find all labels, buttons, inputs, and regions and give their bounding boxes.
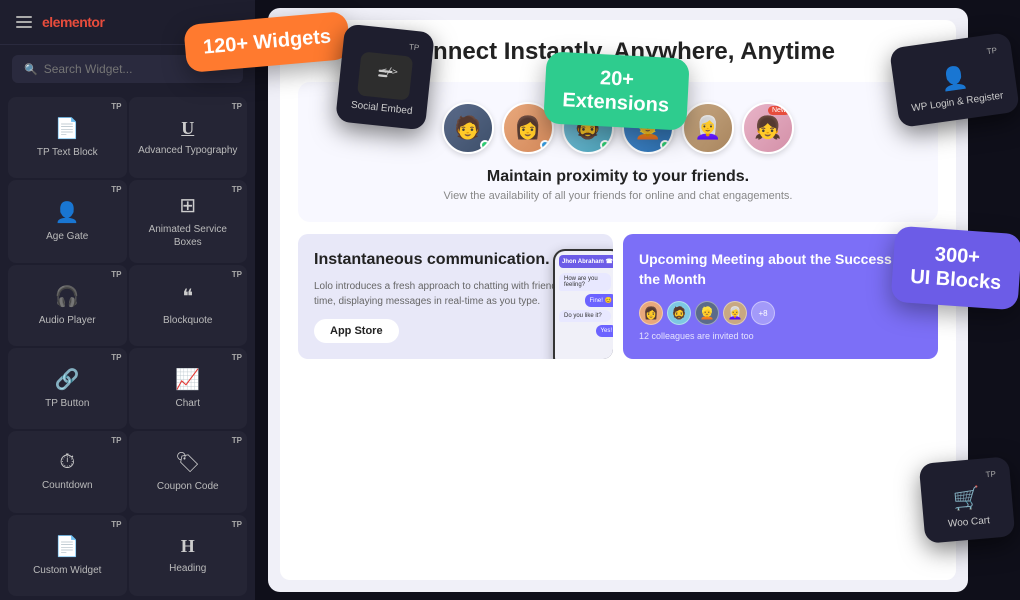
widget-item-audio-player[interactable]: TP 🎧 Audio Player xyxy=(8,265,127,346)
tp-badge: TP xyxy=(111,353,121,362)
embed-social-card: TP </> Social Embed xyxy=(335,24,435,131)
more-attendees-badge: +8 xyxy=(751,301,775,325)
meeting-card-title: Upcoming Meeting about the Success of th… xyxy=(639,250,922,289)
widget-label: Advanced Typography xyxy=(138,144,237,157)
widget-label: Heading xyxy=(169,562,206,575)
sidebar: elementor 🔍 TP 📄 TP Text Block TP U Adva… xyxy=(0,0,255,600)
button-icon: 🔗 xyxy=(55,367,80,392)
widget-item-blockquote[interactable]: TP ❝ Blockquote xyxy=(129,265,248,346)
extra1-icon: 📄 xyxy=(55,534,80,559)
tp-badge: TP xyxy=(232,185,242,194)
widget-item-advanced-typography[interactable]: TP U Advanced Typography xyxy=(129,97,248,178)
widget-label: Coupon Code xyxy=(157,480,219,493)
text-block-icon: 📄 xyxy=(55,116,80,141)
widget-item-age-gate[interactable]: TP 👤 Age Gate xyxy=(8,180,127,262)
widget-label: Blockquote xyxy=(163,314,212,327)
proximity-title: Maintain proximity to your friends. xyxy=(318,168,918,186)
widget-label: Countdown xyxy=(42,479,93,492)
online-indicator xyxy=(480,140,490,150)
tp-badge: TP xyxy=(111,102,121,111)
ui-blocks-count-badge: 300+UI Blocks xyxy=(890,226,1020,311)
meeting-avatar: 🧔 xyxy=(667,301,691,325)
chat-bubble: Do you like it? xyxy=(559,310,611,322)
tp-badge: TP xyxy=(232,520,242,529)
tp-badge-small: TP xyxy=(987,46,998,56)
app-scene: Connect Instantly, Anywhere, Anytime 🧑 👩… xyxy=(0,0,1020,600)
phone-mockup: Jhon Abraham ☎ How are you feeling? Fine… xyxy=(553,249,613,359)
age-gate-icon: 👤 xyxy=(55,200,80,225)
widget-label: Chart xyxy=(176,397,200,410)
widget-item-tp-text-block[interactable]: TP 📄 TP Text Block xyxy=(8,97,127,178)
tp-badge: TP xyxy=(232,436,242,445)
online-indicator xyxy=(600,140,610,150)
avatar: 👧 New xyxy=(742,102,794,154)
communication-card: Instantaneous communication. Lolo introd… xyxy=(298,234,613,359)
meeting-avatar: 👱 xyxy=(695,301,719,325)
meeting-avatars: 👩 🧔 👱 👩‍🦳 +8 xyxy=(639,301,922,325)
chart-icon: 📈 xyxy=(175,367,200,392)
typography-icon: U xyxy=(181,118,194,139)
bottom-cards: Instantaneous communication. Lolo introd… xyxy=(298,234,938,359)
widget-item-coupon-code[interactable]: TP 🏷 Coupon Code xyxy=(129,431,248,512)
service-boxes-icon: ⊞ xyxy=(179,193,196,218)
chat-bubble: Yes! xyxy=(596,325,613,337)
widget-label: Animated Service Boxes xyxy=(137,223,240,249)
blockquote-icon: ❝ xyxy=(182,284,193,309)
widget-label: Age Gate xyxy=(46,230,88,243)
woo-cart-icon: 🛒 xyxy=(952,485,982,513)
proximity-subtitle: View the availability of all your friend… xyxy=(318,190,918,202)
tp-badge: TP xyxy=(111,270,121,279)
widget-item-countdown[interactable]: TP ⏱ Countdown xyxy=(8,431,127,512)
countdown-icon: ⏱ xyxy=(59,451,75,474)
coupon-icon: 🏷 xyxy=(175,450,200,475)
tp-badge: TP xyxy=(111,520,121,529)
audio-player-icon: 🎧 xyxy=(55,284,80,309)
svg-text:</>: </> xyxy=(380,65,398,78)
chat-bubble: Fine! 😊 xyxy=(585,294,613,307)
online-indicator xyxy=(540,140,550,150)
hamburger-icon[interactable] xyxy=(16,16,32,28)
online-indicator xyxy=(660,140,670,150)
meeting-avatar: 👩‍🦳 xyxy=(723,301,747,325)
tp-badge-small: TP xyxy=(985,469,996,479)
meeting-card: Upcoming Meeting about the Success of th… xyxy=(623,234,938,359)
extensions-count-badge: 20+Extensions xyxy=(543,51,689,130)
widget-label: Custom Widget xyxy=(33,564,101,577)
widget-item-heading[interactable]: TP H Heading xyxy=(129,515,248,596)
app-logo: elementor xyxy=(42,14,104,30)
widgets-grid: TP 📄 TP Text Block TP U Advanced Typogra… xyxy=(0,93,255,600)
widget-item-tp-button[interactable]: TP 🔗 TP Button xyxy=(8,348,127,429)
search-icon: 🔍 xyxy=(24,63,38,76)
widget-item-animated-service-boxes[interactable]: TP ⊞ Animated Service Boxes xyxy=(129,180,248,262)
wp-login-card: TP 👤 WP Login & Register xyxy=(889,32,1020,128)
chat-bubble: How are you feeling? xyxy=(559,273,611,291)
tp-badge-small: TP xyxy=(409,42,420,52)
widget-label: TP Button xyxy=(45,397,89,410)
tp-badge: TP xyxy=(232,270,242,279)
widget-label: Audio Player xyxy=(39,314,96,327)
wp-login-label: WP Login & Register xyxy=(911,90,1004,114)
woo-cart-label: Woo Cart xyxy=(948,515,991,530)
avatar: 👩‍🦳 xyxy=(682,102,734,154)
widget-label: TP Text Block xyxy=(37,146,98,159)
meeting-avatar: 👩 xyxy=(639,301,663,325)
wp-login-icon: 👤 xyxy=(939,64,970,94)
tp-badge: TP xyxy=(111,185,121,194)
tp-badge: TP xyxy=(232,102,242,111)
widget-item-extra1[interactable]: TP 📄 Custom Widget xyxy=(8,515,127,596)
widget-item-chart[interactable]: TP 📈 Chart xyxy=(129,348,248,429)
embed-social-label: Social Embed xyxy=(350,100,413,117)
heading-icon: H xyxy=(181,536,195,557)
meeting-subtitle: 12 colleagues are invited too xyxy=(639,331,922,341)
avatar: 🧑 xyxy=(442,102,494,154)
tp-badge: TP xyxy=(232,353,242,362)
woo-cart-card: TP 🛒 Woo Cart xyxy=(919,456,1016,544)
tp-badge: TP xyxy=(111,436,121,445)
app-store-button[interactable]: App Store xyxy=(314,319,399,343)
